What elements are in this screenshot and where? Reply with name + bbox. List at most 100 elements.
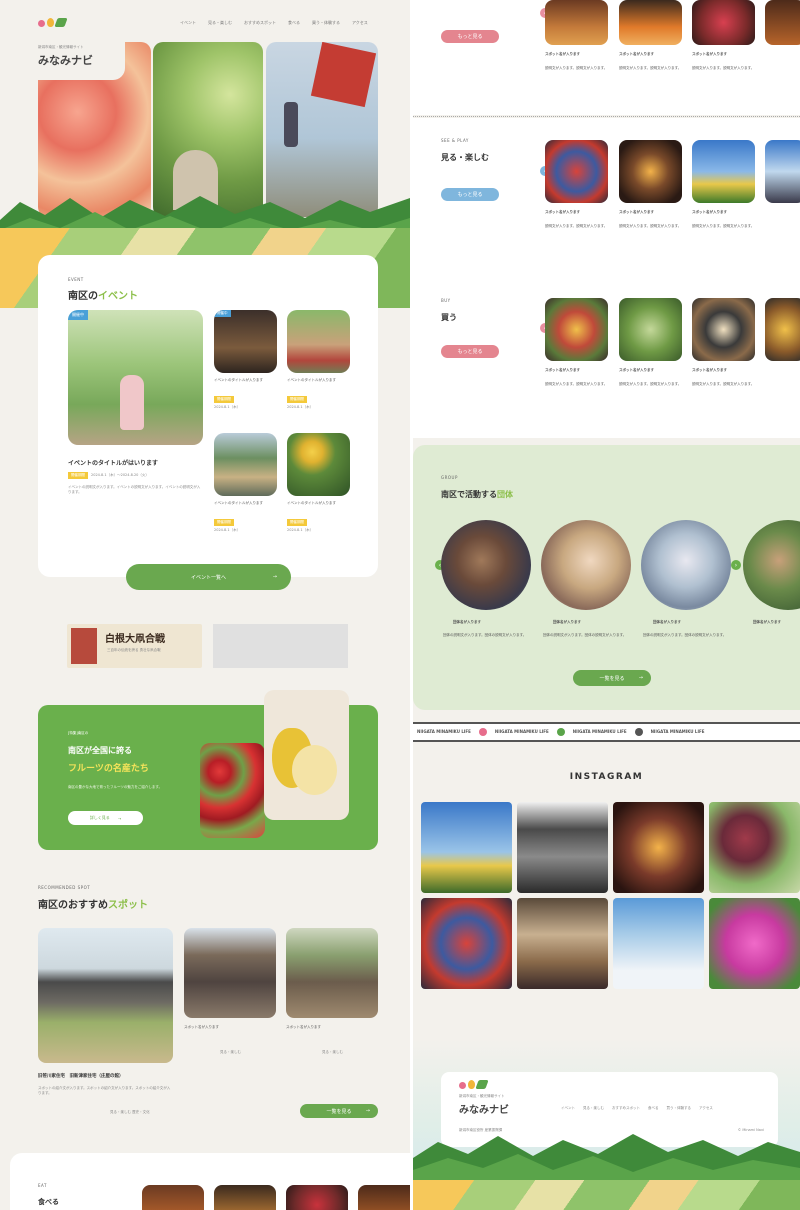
logo-tagline: 新潟市南区・観光情報サイト — [38, 45, 84, 49]
nav-item[interactable]: アクセス — [352, 20, 368, 26]
buy-card-photo[interactable] — [619, 298, 682, 361]
events-more-button[interactable]: イベント一覧へ → — [126, 564, 291, 590]
eat-card-title[interactable]: スポット名が入ります — [692, 52, 755, 57]
eat-card-photo[interactable] — [692, 0, 755, 45]
eat-card-photo[interactable] — [765, 0, 800, 45]
nav-item[interactable]: 食べる — [288, 20, 300, 26]
eat-card-title[interactable]: スポット名が入ります — [619, 52, 682, 57]
footer-map-pattern — [413, 1180, 800, 1210]
spot-name[interactable]: スポット名が入ります — [184, 1025, 276, 1030]
see-card-title[interactable]: スポット名が入ります — [692, 210, 755, 215]
instagram-photo[interactable] — [709, 898, 800, 989]
eat-more-button[interactable]: もっと見る — [441, 30, 499, 43]
eat-thumb[interactable] — [286, 1185, 348, 1210]
group-desc: 団体の説明文が入ります。団体の説明文が入ります。 — [443, 633, 527, 637]
buy-card-title[interactable]: スポット名が入ります — [619, 368, 682, 373]
buy-card-photo[interactable] — [765, 298, 800, 361]
ticker-text: NIIGATA MINAMIKU LIFE — [494, 729, 549, 734]
event-title[interactable]: イベントのタイトルが入ります — [214, 378, 277, 383]
see-card-photo[interactable] — [692, 140, 755, 203]
spots-more-button[interactable]: 一覧を見る → — [300, 1104, 378, 1118]
see-card-photo[interactable] — [619, 140, 682, 203]
event-photo[interactable] — [287, 310, 350, 373]
footer-nav-item[interactable]: アクセス — [699, 1106, 713, 1111]
group-desc: 団体の説明文が入ります。団体の説明文が入ります。 — [543, 633, 627, 637]
footer-title[interactable]: みなみナビ — [459, 1101, 509, 1116]
banner-kite-battle[interactable]: 白根大凧合戦 三百年の伝統を誇る 勇壮な凧合戦 — [67, 624, 202, 668]
group-photo[interactable] — [541, 520, 631, 610]
eat-thumb[interactable] — [214, 1185, 276, 1210]
spot-photo[interactable] — [184, 928, 276, 1018]
footer-nav-item[interactable]: イベント — [561, 1106, 575, 1111]
nav-item[interactable]: イベント — [180, 20, 196, 26]
buy-card-photo[interactable] — [545, 298, 608, 361]
eat-thumb[interactable] — [358, 1185, 410, 1210]
group-name[interactable]: 団体名が入ります — [453, 620, 481, 625]
spot-main-name[interactable]: 旧笹川家住宅 旧新津家住宅（庄屋の館） — [38, 1073, 188, 1079]
footer-nav-item[interactable]: 見る・楽しむ — [583, 1106, 604, 1111]
site-header: イベント 見る・楽しむ おすすめスポット 食べる 買う・体験する アクセス — [0, 0, 410, 40]
buy-card-desc: 説明文が入ります。説明文が入ります。 — [619, 382, 682, 386]
footer-nav-item[interactable]: おすすめスポット — [612, 1106, 640, 1111]
group-name[interactable]: 団体名が入ります — [753, 620, 781, 625]
carousel-next-icon[interactable]: › — [731, 560, 741, 570]
event-photo[interactable] — [287, 433, 350, 496]
fruits-button[interactable]: 詳しく見る → — [68, 811, 143, 825]
see-card-photo[interactable] — [765, 140, 800, 203]
eat-card-photo[interactable] — [545, 0, 608, 45]
instagram-photo[interactable] — [421, 802, 512, 893]
nav-item[interactable]: 見る・楽しむ — [208, 20, 232, 26]
spot-main-photo[interactable] — [38, 928, 173, 1063]
buy-card-desc: 説明文が入ります。説明文が入ります。 — [545, 382, 608, 386]
see-card-title[interactable]: スポット名が入ります — [545, 210, 608, 215]
nav-item[interactable]: おすすめスポット — [244, 20, 276, 26]
instagram-photo[interactable] — [517, 898, 608, 989]
logo-icon[interactable] — [38, 18, 68, 28]
spots-title: 南区のおすすめスポット — [38, 900, 148, 911]
eat-cards: もっと見る ‹ スポット名が入ります 説明文が入ります。説明文が入ります。 スポ… — [413, 0, 800, 115]
footer-nav-item[interactable]: 食べる — [648, 1106, 659, 1111]
groups-section-en: GROUP — [441, 475, 458, 480]
event-photo[interactable] — [214, 433, 277, 496]
event-feature-desc: イベントの説明文が入ります。イベントの説明文が入ります。イベントの説明文が入りま… — [68, 485, 201, 494]
eat-card-title[interactable]: スポット名が入ります — [545, 52, 608, 57]
instagram-photo[interactable] — [517, 802, 608, 893]
footer-logo-icon[interactable] — [459, 1080, 489, 1090]
eat-thumb[interactable] — [142, 1185, 204, 1210]
spot-photo[interactable] — [286, 928, 378, 1018]
event-title[interactable]: イベントのタイトルが入ります — [214, 501, 277, 506]
event-title[interactable]: イベントのタイトルが入ります — [287, 501, 350, 506]
buy-card-title[interactable]: スポット名が入ります — [692, 368, 755, 373]
group-photo[interactable] — [641, 520, 731, 610]
group-name[interactable]: 団体名が入ります — [653, 620, 681, 625]
see-card-photo[interactable] — [545, 140, 608, 203]
nav-item[interactable]: 買う・体験する — [312, 20, 340, 26]
buy-card-title[interactable]: スポット名が入ります — [545, 368, 608, 373]
buy-more-button[interactable]: もっと見る — [441, 345, 499, 358]
instagram-photo[interactable] — [421, 898, 512, 989]
event-feature-photo[interactable]: 開催中 — [68, 310, 203, 445]
footer-nav-item[interactable]: 買う・体験する — [667, 1106, 692, 1111]
logo-block[interactable]: 新潟市南区・観光情報サイト みなみナビ — [30, 40, 125, 80]
event-date-tag: 開催期間 — [68, 472, 88, 479]
see-more-button[interactable]: もっと見る — [441, 188, 499, 201]
see-card-title[interactable]: スポット名が入ります — [619, 210, 682, 215]
banner-placeholder[interactable] — [213, 624, 348, 668]
see-card-desc: 説明文が入ります。説明文が入ります。 — [692, 224, 755, 228]
instagram-photo[interactable] — [613, 898, 704, 989]
buy-card-photo[interactable] — [692, 298, 755, 361]
event-title[interactable]: イベントのタイトルが入ります — [287, 378, 350, 383]
event-photo[interactable]: 開催中 — [214, 310, 277, 373]
spot-name[interactable]: スポット名が入ります — [286, 1025, 378, 1030]
instagram-photo[interactable] — [613, 802, 704, 893]
group-name[interactable]: 団体名が入ります — [553, 620, 581, 625]
buy-card-desc: 説明文が入ります。説明文が入ります。 — [692, 382, 755, 386]
event-badge: 開催中 — [214, 310, 231, 317]
groups-more-button[interactable]: 一覧を見る → — [573, 670, 651, 686]
event-feature-title[interactable]: イベントのタイトルがはいります — [68, 458, 158, 467]
ticker-text: NIIGATA MINAMIKU LIFE — [417, 729, 471, 734]
instagram-photo[interactable] — [709, 802, 800, 893]
eat-card-photo[interactable] — [619, 0, 682, 45]
group-photo[interactable] — [743, 520, 800, 610]
group-photo[interactable] — [441, 520, 531, 610]
